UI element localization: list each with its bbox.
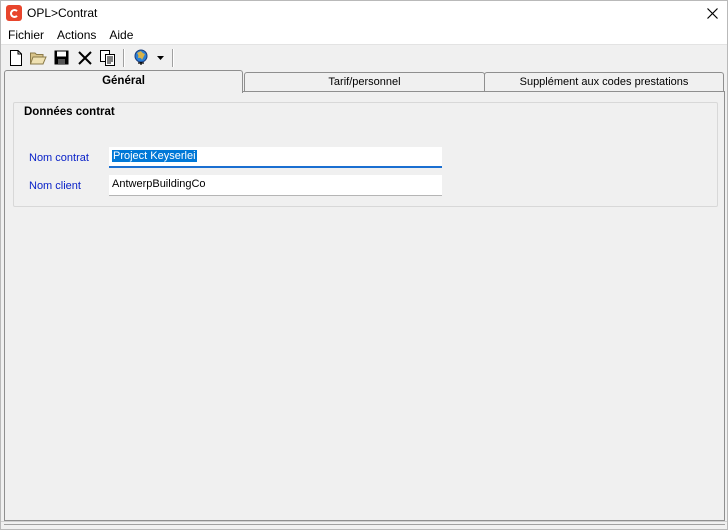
toolbar bbox=[1, 46, 727, 69]
contract-name-field[interactable]: Project Keyserlei bbox=[109, 147, 442, 168]
contract-data-group: Données contrat Nom contrat Project Keys… bbox=[13, 102, 718, 207]
menu-aide[interactable]: Aide bbox=[102, 26, 139, 45]
globe-dropdown[interactable] bbox=[152, 47, 168, 68]
new-document-icon bbox=[9, 49, 22, 66]
close-button[interactable] bbox=[697, 1, 727, 26]
delete-button[interactable] bbox=[73, 47, 96, 68]
save-disk-icon bbox=[54, 50, 69, 65]
toolbar-separator bbox=[172, 48, 174, 67]
tab-general[interactable]: Général bbox=[4, 70, 243, 93]
open-button[interactable] bbox=[27, 47, 50, 68]
title-bar: OPL>Contrat bbox=[1, 1, 727, 26]
tab-panel-general: Données contrat Nom contrat Project Keys… bbox=[4, 91, 725, 521]
delete-x-icon bbox=[77, 50, 92, 65]
tab-strip: Général Tarif/personnel Supplément aux c… bbox=[4, 70, 725, 93]
window-bottom-edge bbox=[1, 521, 727, 529]
new-button[interactable] bbox=[4, 47, 27, 68]
save-button[interactable] bbox=[50, 47, 73, 68]
menu-bar: Fichier Actions Aide bbox=[1, 26, 727, 45]
contract-window: OPL>Contrat Fichier Actions Aide Général… bbox=[0, 0, 728, 530]
window-title: OPL>Contrat bbox=[27, 6, 98, 20]
app-logo-icon bbox=[6, 5, 22, 21]
chevron-down-icon bbox=[156, 55, 164, 60]
tab-supplement-label: Supplément aux codes prestations bbox=[519, 76, 689, 88]
globe-icon bbox=[134, 49, 147, 65]
client-name-label: Nom client bbox=[29, 180, 81, 192]
tab-tarif-personnel[interactable]: Tarif/personnel bbox=[244, 72, 485, 92]
globe-button[interactable] bbox=[129, 47, 152, 68]
copy-button[interactable] bbox=[96, 47, 119, 68]
close-icon bbox=[706, 8, 718, 19]
tab-supplement[interactable]: Supplément aux codes prestations bbox=[484, 72, 724, 92]
contract-name-value: Project Keyserlei bbox=[112, 150, 197, 162]
tab-general-label: Général bbox=[102, 75, 145, 87]
open-folder-icon bbox=[30, 52, 47, 64]
contract-name-label: Nom contrat bbox=[29, 152, 89, 164]
menu-actions[interactable]: Actions bbox=[50, 26, 102, 45]
toolbar-separator bbox=[123, 48, 125, 67]
client-name-value: AntwerpBuildingCo bbox=[112, 178, 206, 190]
copy-icon bbox=[99, 49, 115, 66]
tab-tarif-label: Tarif/personnel bbox=[328, 76, 401, 88]
client-name-field[interactable]: AntwerpBuildingCo bbox=[109, 175, 442, 196]
menu-fichier[interactable]: Fichier bbox=[1, 26, 50, 45]
group-title: Données contrat bbox=[22, 106, 117, 118]
